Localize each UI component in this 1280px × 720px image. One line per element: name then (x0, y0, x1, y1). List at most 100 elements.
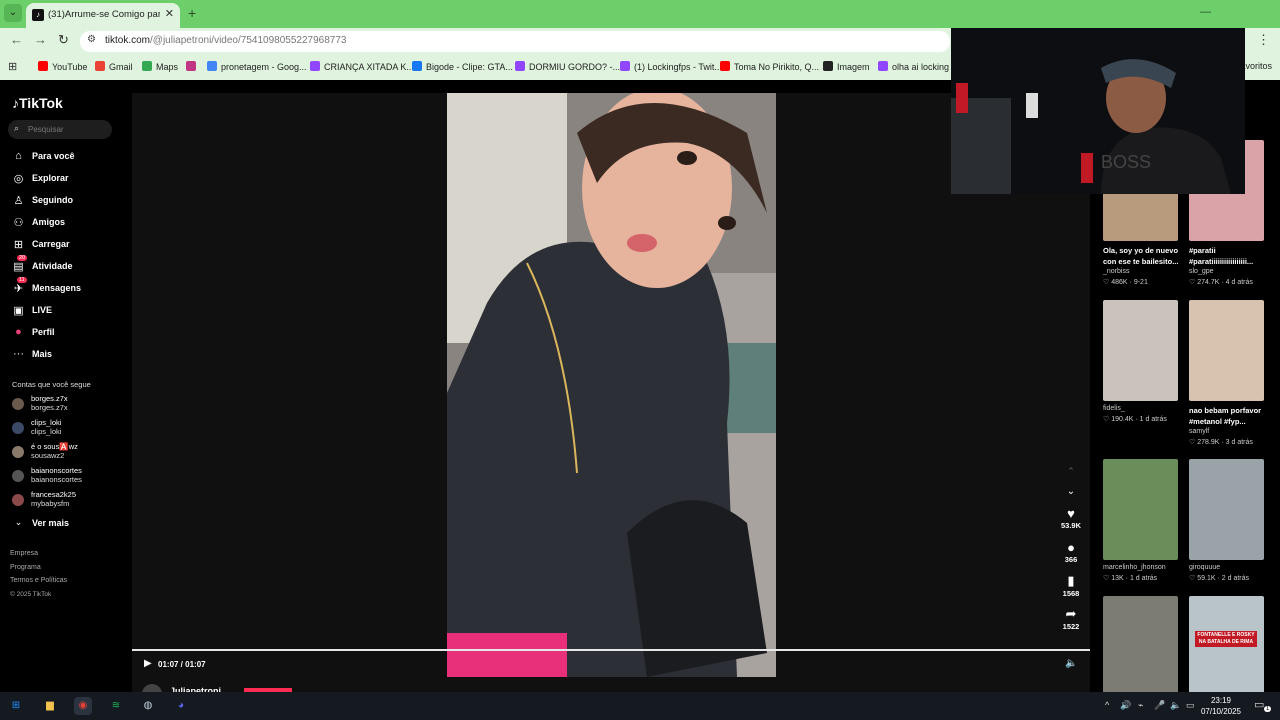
play-icon[interactable]: ▶ (144, 658, 152, 669)
sidebar-item-label: Para você (32, 151, 75, 161)
action-comment[interactable]: ● 366 (1060, 540, 1082, 564)
following-account[interactable]: francesa2k25 mybabysfm (12, 490, 122, 508)
footer-link[interactable]: Programa (10, 564, 41, 571)
bookmark-favicon-icon (823, 61, 833, 71)
sidebar-item-explorar[interactable]: ◎ Explorar (12, 172, 122, 186)
tray-icon[interactable]: ^ (1105, 700, 1109, 710)
compass-icon: ◎ (13, 173, 24, 185)
bookmark-item[interactable]: Toma No Pirikito, Q... (720, 61, 819, 72)
bookmark-item[interactable]: Imagem (823, 61, 870, 72)
following-account[interactable]: borges.z7x borges.z7x (12, 394, 122, 412)
bookmark-item[interactable]: YouTube (38, 61, 87, 72)
heart-icon: ♥ (1067, 506, 1075, 521)
prev-video-icon[interactable]: ⌃ (1060, 466, 1082, 477)
messages-icon: ✈ (13, 283, 24, 295)
bookmark-item[interactable]: Maps (142, 61, 178, 72)
video-progress-bar[interactable] (132, 649, 1090, 651)
bookmark-item[interactable]: Gmail (95, 61, 133, 72)
bookmark-item[interactable]: olha ai locking - (878, 61, 955, 72)
browser-menu-icon[interactable]: ⋮ (1257, 32, 1270, 48)
post-date: 4 d atrás (1225, 279, 1253, 286)
tray-icon[interactable]: 🔈 (1170, 700, 1181, 711)
post-date: 9-21 (1133, 279, 1148, 286)
sidebar-item-mais[interactable]: ··· Mais (12, 348, 122, 362)
bookmark-item[interactable]: CRIANÇA XITADA K... (310, 61, 414, 72)
forward-arrow-icon[interactable]: → (34, 32, 47, 47)
explorer-icon[interactable]: ▆ (41, 697, 59, 715)
tiktok-logo[interactable]: ♪TikTok (12, 95, 63, 111)
video-thumbnail[interactable]: FONTANELLE E ROSKY NA BATALHA DE RIMA (1189, 596, 1264, 697)
next-video-icon[interactable]: ⌄ (1060, 486, 1082, 497)
bookmark-item[interactable]: Bigode - Clipe: GTA... (412, 61, 513, 72)
tray-icon[interactable]: ▭ (1186, 700, 1195, 711)
bookmark-item[interactable]: pronetagem - Goog... (207, 61, 307, 72)
sidebar-item-live[interactable]: ▣ LIVE (12, 304, 122, 318)
webcam-image: BOSS (951, 28, 1245, 194)
bookmark-others[interactable]: avoritos (1240, 61, 1272, 71)
spotify-icon[interactable]: ≋ (107, 697, 125, 715)
bookmark-item[interactable] (186, 61, 200, 72)
sidebar-item-seguindo[interactable]: ♙ Seguindo (12, 194, 122, 208)
footer-link[interactable]: Empresa (10, 550, 38, 557)
video-author[interactable]: samylf (1189, 428, 1209, 435)
sidebar-item-mensagens[interactable]: ✈ 11 Mensagens (12, 277, 122, 296)
following-account[interactable]: baianonscortes baianonscortes (12, 466, 122, 484)
action-share[interactable]: ➦ 1522 (1060, 606, 1082, 631)
upload-icon: ⊞ (13, 239, 24, 251)
heart-outline-icon: ♡ (1103, 279, 1112, 286)
video-author[interactable]: _norbiss (1103, 268, 1129, 275)
sidebar-item-perfil[interactable]: ● Perfil (12, 326, 122, 340)
chrome-icon[interactable]: ◉ (74, 697, 92, 715)
url-text: tiktok.com/@juliapetroni/video/754109805… (105, 35, 347, 46)
reload-icon[interactable]: ↻ (58, 32, 69, 48)
video-author[interactable]: giroquuue (1189, 564, 1220, 571)
action-heart[interactable]: ♥ 53.9K (1060, 506, 1082, 530)
apps-grid-icon[interactable]: ⊞ (8, 60, 17, 73)
video-thumbnail[interactable] (1189, 300, 1264, 401)
new-tab-button[interactable]: + (188, 5, 196, 21)
action-bookmark[interactable]: ▮ 1568 (1060, 573, 1082, 598)
tab-search-button[interactable]: ⌄ (4, 4, 22, 22)
video-stats: ♡ 59.1K · 2 d atrás (1189, 574, 1249, 582)
minimize-button[interactable]: — (1200, 6, 1211, 18)
video-author[interactable]: marcelinho_jhonson (1103, 564, 1166, 571)
tab-close-icon[interactable]: ✕ (165, 7, 174, 20)
back-arrow-icon[interactable]: ← (10, 32, 23, 47)
sidebar-item-atividade[interactable]: ▤ 20 Atividade (12, 255, 122, 274)
notification-icon[interactable]: ▭ (1254, 698, 1264, 711)
bookmark-favicon-icon (412, 61, 422, 71)
bookmark-label: YouTube (52, 62, 88, 72)
volume-icon[interactable]: 🔈 (1065, 658, 1077, 669)
bookmark-label: CRIANÇA XITADA K... (324, 62, 414, 72)
bookmark-item[interactable]: (1) Lockingfps - Twit... (620, 61, 722, 72)
like-count: 274.7K (1197, 279, 1220, 286)
discord-icon[interactable]: ◕ (172, 697, 190, 715)
video-thumbnail[interactable] (1103, 459, 1178, 560)
windows-icon[interactable]: ⊞ (7, 697, 25, 715)
search-input[interactable]: ⌕ Pesquisar (8, 120, 112, 139)
sidebar-item-carregar[interactable]: ⊞ Carregar (12, 238, 122, 252)
tray-icon[interactable]: 🔊 (1120, 700, 1131, 711)
footer-link[interactable]: Termos e Políticas (10, 577, 67, 584)
video-author[interactable]: slo_gpe (1189, 268, 1214, 275)
video-thumbnail[interactable] (1189, 459, 1264, 560)
video-frame[interactable] (447, 93, 776, 677)
site-info-icon[interactable]: ⚙ (87, 34, 96, 45)
bookmark-item[interactable]: DORMIU GORDO? -... (515, 61, 620, 72)
taskbar-clock[interactable]: 23:19 07/10/2025 (1198, 695, 1244, 717)
following-account[interactable]: clips_loki clips_loki (12, 418, 122, 436)
bookmark-label: Gmail (109, 62, 133, 72)
video-author[interactable]: fidelis_ (1103, 405, 1125, 412)
active-tab[interactable]: ♪ (31)Arrume-se Comigo para M ✕ (26, 3, 180, 28)
tray-icon[interactable]: ⌁ (1138, 700, 1143, 711)
see-more-link[interactable]: ⌄ Ver mais (12, 517, 122, 531)
tray-icon[interactable]: 🎤 (1154, 700, 1165, 711)
url-field[interactable]: ⚙ tiktok.com/@juliapetroni/video/7541098… (80, 31, 950, 52)
following-account[interactable]: é o sous🅰️wz sousawz2 (12, 442, 122, 460)
sidebar-item-para-você[interactable]: ⌂ Para você (12, 150, 122, 164)
sidebar-item-amigos[interactable]: ⚇ Amigos (12, 216, 122, 230)
steam-icon[interactable]: ◍ (139, 697, 157, 715)
account-name: borges.z7x (31, 394, 68, 403)
video-thumbnail[interactable] (1103, 300, 1178, 401)
video-thumbnail[interactable] (1103, 596, 1178, 697)
